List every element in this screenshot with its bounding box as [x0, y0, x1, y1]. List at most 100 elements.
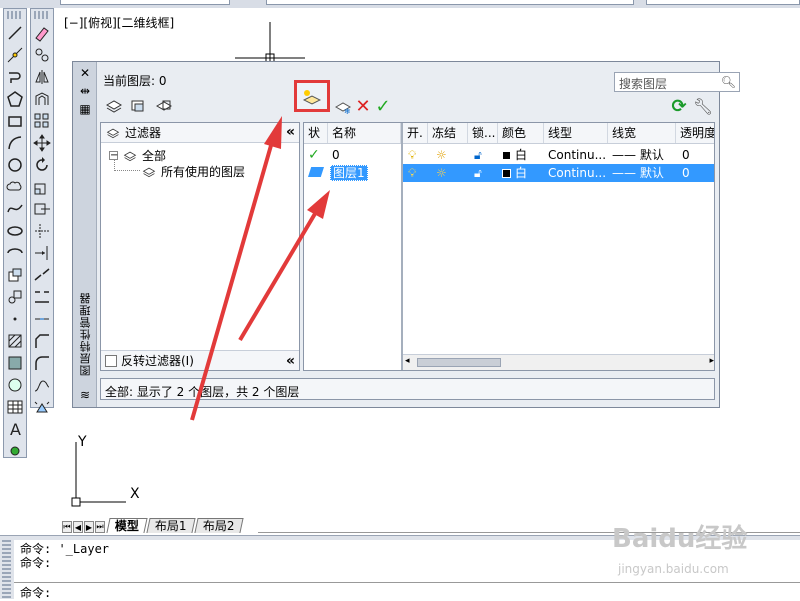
break-at-point-tool[interactable]: [31, 265, 53, 285]
make-block-tool[interactable]: [4, 287, 26, 307]
fillet-tool[interactable]: [31, 353, 53, 373]
polyline-tool[interactable]: [4, 67, 26, 87]
col-transparency[interactable]: 透明度: [676, 123, 714, 143]
refresh-button[interactable]: ⟳: [669, 96, 689, 117]
tab-layout2[interactable]: 布局2: [194, 518, 243, 533]
table-tool[interactable]: [4, 397, 26, 417]
search-icon[interactable]: 🔍︎: [721, 75, 736, 89]
blend-tool[interactable]: [31, 375, 53, 395]
prev-tab-icon[interactable]: ◀: [73, 521, 83, 533]
delete-layer-button[interactable]: ✕: [353, 96, 373, 117]
unlock-icon[interactable]: 🔓︎: [474, 164, 482, 182]
top-tab-1[interactable]: [60, 0, 230, 5]
new-group-filter-button[interactable]: [127, 96, 149, 116]
arc-tool[interactable]: [4, 133, 26, 153]
text-tool[interactable]: A: [4, 419, 26, 439]
polygon-tool[interactable]: [4, 89, 26, 109]
gradient-tool[interactable]: [4, 353, 26, 373]
ellipse-arc-tool[interactable]: [4, 243, 26, 263]
tab-model[interactable]: 模型: [106, 518, 148, 533]
toolbar-grip[interactable]: [7, 11, 23, 19]
break-tool[interactable]: [31, 287, 53, 307]
horizontal-scrollbar[interactable]: ◂ ▸: [403, 354, 714, 370]
mirror-tool[interactable]: [31, 67, 53, 87]
sun-thaw-icon[interactable]: ☼: [436, 146, 447, 164]
move-tool[interactable]: [31, 133, 53, 153]
col-lineweight[interactable]: 线宽: [608, 123, 676, 143]
col-color[interactable]: 颜色: [498, 123, 544, 143]
copy-tool[interactable]: [31, 45, 53, 65]
col-linetype[interactable]: 线型: [544, 123, 608, 143]
circle-tool[interactable]: [4, 155, 26, 175]
sun-thaw-icon[interactable]: ☼: [436, 164, 447, 182]
scrollbar-thumb[interactable]: [417, 358, 501, 367]
layer-linetype[interactable]: Continu...: [548, 146, 606, 164]
toolbar-grip[interactable]: [34, 11, 50, 19]
erase-tool[interactable]: [31, 23, 53, 43]
ellipse-tool[interactable]: [4, 221, 26, 241]
command-input[interactable]: 命令:: [14, 582, 800, 600]
last-tab-icon[interactable]: ⏭: [95, 521, 105, 533]
spline-tool[interactable]: [4, 199, 26, 219]
autohide-icon[interactable]: ⇹: [77, 84, 93, 98]
collapse-chevron-icon[interactable]: «: [286, 124, 295, 140]
new-property-filter-button[interactable]: [103, 96, 125, 116]
add-selected-tool[interactable]: [4, 441, 26, 461]
hatch-tool[interactable]: [4, 331, 26, 351]
layer-name-textbox[interactable]: 图层1: [330, 165, 368, 181]
command-grip[interactable]: [2, 540, 11, 598]
tab-layout1[interactable]: 布局1: [146, 518, 196, 533]
properties-icon[interactable]: ▦: [77, 102, 93, 116]
invert-filter-checkbox[interactable]: [105, 354, 117, 367]
new-layer-button[interactable]: [294, 80, 330, 112]
extend-tool[interactable]: [31, 243, 53, 263]
list-splitter[interactable]: [401, 123, 403, 370]
layer-lineweight[interactable]: —— 默认: [612, 164, 664, 182]
layer-transparency[interactable]: 0: [682, 164, 690, 182]
tree-item-used-layers[interactable]: 所有使用的图层: [141, 163, 245, 180]
layer-transparency[interactable]: 0: [682, 146, 690, 164]
layer-lineweight[interactable]: —— 默认: [612, 146, 664, 164]
col-name[interactable]: 名称: [328, 123, 401, 143]
col-status[interactable]: 状: [304, 123, 328, 143]
set-current-button[interactable]: ✓: [373, 96, 393, 117]
array-tool[interactable]: [31, 111, 53, 131]
top-tab-2[interactable]: [266, 0, 634, 5]
settings-button[interactable]: 🔧︎: [693, 96, 713, 116]
next-tab-icon[interactable]: ▶: [84, 521, 94, 533]
new-layer-vp-frozen-button[interactable]: ❄: [333, 96, 353, 116]
offset-tool[interactable]: [31, 89, 53, 109]
revision-cloud-tool[interactable]: [4, 177, 26, 197]
lightbulb-on-icon[interactable]: 💡︎: [408, 164, 416, 182]
scroll-left-icon[interactable]: ◂: [405, 356, 410, 366]
col-on[interactable]: 开.: [403, 123, 428, 143]
scale-tool[interactable]: [31, 177, 53, 197]
viewport-controls-label[interactable]: [−][俯视][二维线框]: [64, 14, 174, 31]
layer-name-edit[interactable]: 图层1: [330, 164, 368, 182]
tree-item-all[interactable]: − 全部: [109, 147, 166, 164]
layer-row[interactable]: ✓ 0 💡︎ ☼ 🔓︎ 白 Continu... —— 默认 0: [304, 146, 714, 164]
layer-states-button[interactable]: [153, 96, 175, 116]
chamfer-tool[interactable]: [31, 331, 53, 351]
layer-color[interactable]: 白: [502, 146, 527, 164]
scroll-right-icon[interactable]: ▸: [709, 356, 714, 366]
line-tool[interactable]: [4, 23, 26, 43]
rotate-tool[interactable]: [31, 155, 53, 175]
trim-tool[interactable]: [31, 221, 53, 241]
point-tool[interactable]: [4, 309, 26, 329]
explode-tool[interactable]: [31, 397, 53, 417]
region-tool[interactable]: [4, 375, 26, 395]
collapse-pane-chevron-icon[interactable]: «: [286, 353, 295, 369]
lightbulb-on-icon[interactable]: 💡︎: [408, 146, 416, 164]
layer-name[interactable]: 0: [332, 146, 340, 164]
rectangle-tool[interactable]: [4, 111, 26, 131]
stretch-tool[interactable]: [31, 199, 53, 219]
insert-block-tool[interactable]: [4, 265, 26, 285]
join-tool[interactable]: [31, 309, 53, 329]
layer-row-selected[interactable]: 图层1 💡︎ ☼ 🔓︎ 白 Continu... —— 默认 0: [304, 164, 714, 182]
close-icon[interactable]: ✕: [77, 66, 93, 80]
first-tab-icon[interactable]: ⏮: [62, 521, 72, 533]
search-layer-input[interactable]: 搜索图层 🔍︎: [614, 72, 740, 92]
top-tab-3[interactable]: [646, 0, 800, 5]
layer-linetype[interactable]: Continu...: [548, 164, 606, 182]
